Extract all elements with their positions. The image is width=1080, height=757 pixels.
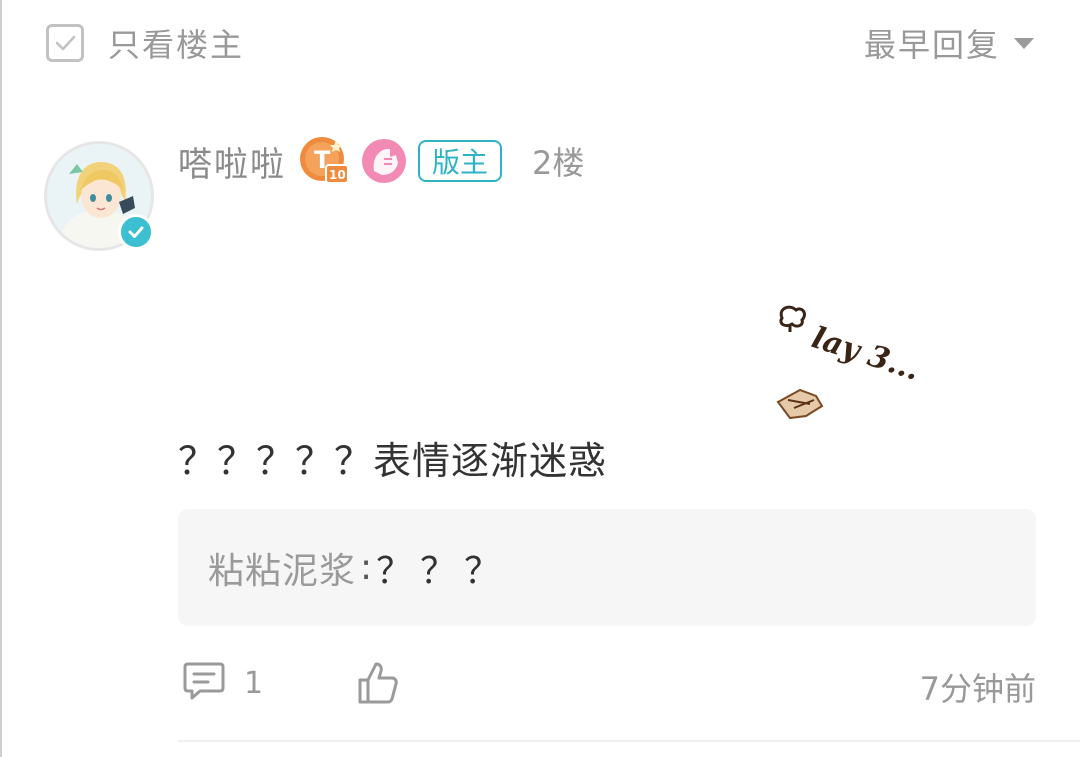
checkbox-icon[interactable] bbox=[46, 24, 84, 62]
verified-check-icon bbox=[118, 214, 154, 250]
username[interactable]: 嗒啦啦 bbox=[178, 137, 286, 186]
floor-number: 2楼 bbox=[532, 144, 585, 182]
sort-dropdown[interactable]: 最早回复 bbox=[864, 20, 1034, 66]
thumbs-up-icon bbox=[356, 662, 400, 710]
like-button[interactable] bbox=[356, 660, 400, 710]
caret-down-icon bbox=[1014, 37, 1034, 49]
level-badge-icon[interactable]: T 10 bbox=[298, 135, 350, 187]
only-op-label: 只看楼主 bbox=[108, 26, 245, 64]
post-time: 7分钟前 bbox=[919, 670, 1036, 708]
only-op-toggle[interactable]: 只看楼主 bbox=[46, 20, 244, 66]
moderator-badge: 版主 bbox=[418, 140, 503, 182]
comment-button[interactable]: 1 bbox=[182, 660, 263, 706]
reply-separator: : bbox=[360, 547, 373, 588]
reply-username[interactable]: 粘粘泥浆 bbox=[208, 542, 356, 594]
top-bar: 只看楼主 最早回复 bbox=[0, 0, 1080, 82]
author-row: 嗒啦啦 T 10 版主 2楼 bbox=[178, 134, 584, 188]
svg-text:10: 10 bbox=[329, 168, 346, 182]
comment-icon bbox=[182, 660, 226, 706]
sort-label: 最早回复 bbox=[863, 26, 1000, 64]
left-edge-border bbox=[0, 0, 2, 757]
pink-hand-badge-icon[interactable] bbox=[360, 137, 408, 185]
sticker-text: lay 3... bbox=[808, 320, 920, 388]
post-actions: 1 7分钟前 bbox=[178, 660, 1036, 710]
reply-text: ？？？ bbox=[376, 550, 509, 592]
post-content: ？？？？？表情逐渐迷惑 bbox=[178, 439, 608, 483]
comment-count: 1 bbox=[244, 665, 264, 701]
sub-reply[interactable]: 粘粘泥浆 : ？？？ bbox=[178, 509, 1036, 626]
sticker-image[interactable]: lay 3... bbox=[770, 300, 924, 430]
divider bbox=[178, 740, 1080, 742]
